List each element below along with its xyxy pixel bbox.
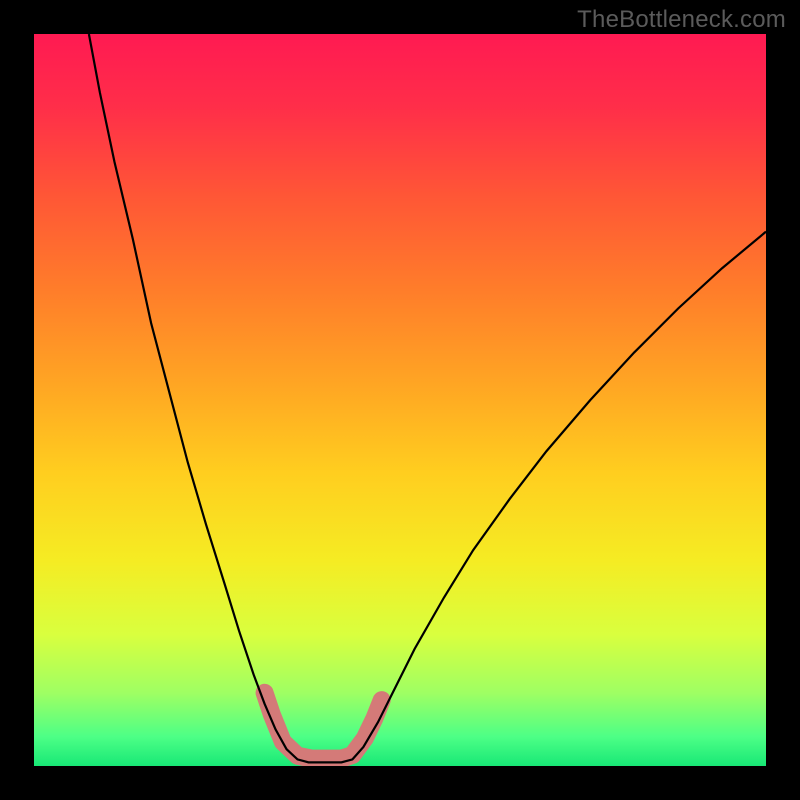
chart-svg [34,34,766,766]
watermark-text: TheBottleneck.com [577,6,786,34]
gradient-background [34,34,766,766]
plot-area [34,34,766,766]
chart-frame: TheBottleneck.com [0,0,800,800]
